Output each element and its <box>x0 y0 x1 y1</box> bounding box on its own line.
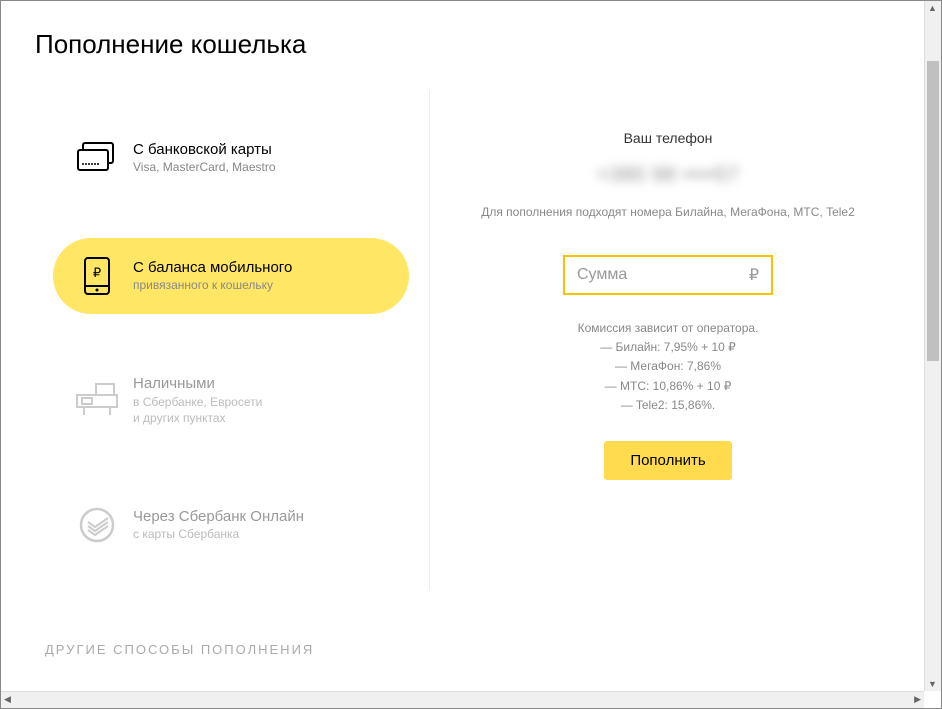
phone-number-masked: +380 98 ••••57 <box>460 164 876 187</box>
page-title: Пополнение кошелька <box>19 1 906 90</box>
main-layout: С банковской карты Visa, MasterCard, Mae… <box>19 90 906 590</box>
amount-input[interactable] <box>577 266 749 284</box>
topup-form: Ваш телефон +380 98 ••••57 Для пополнени… <box>429 90 906 590</box>
methods-list: С банковской карты Visa, MasterCard, Mae… <box>19 90 429 590</box>
method-title: С баланса мобильного <box>133 258 292 278</box>
method-subtitle: в Сбербанке, Евросети и других пунктах <box>133 394 262 428</box>
commission-line: — МТС: 10,86% + 10 ₽ <box>460 377 876 396</box>
method-title: Наличными <box>133 374 262 394</box>
svg-text:₽: ₽ <box>93 265 101 280</box>
card-icon <box>75 138 119 178</box>
ruble-icon: ₽ <box>749 265 759 285</box>
other-ways-heading: ДРУГИЕ СПОСОБЫ ПОПОЛНЕНИЯ <box>19 590 906 657</box>
method-subtitle: Visa, MasterCard, Maestro <box>133 159 276 176</box>
commission-line: — Tele2: 15,86%. <box>460 396 876 415</box>
method-subtitle: с карты Сбербанка <box>133 526 304 543</box>
method-cash[interactable]: Наличными в Сбербанке, Евросети и других… <box>53 356 409 445</box>
method-title: С банковской карты <box>133 140 276 160</box>
method-mobile-balance[interactable]: ₽ С баланса мобильного привязанного к ко… <box>53 238 409 314</box>
phone-label: Ваш телефон <box>460 130 876 146</box>
topup-button[interactable]: Пополнить <box>604 441 731 480</box>
vertical-scrollbar[interactable] <box>924 1 941 691</box>
method-bank-card[interactable]: С банковской карты Visa, MasterCard, Mae… <box>53 120 409 196</box>
commission-title: Комиссия зависит от оператора. <box>460 319 876 338</box>
amount-input-wrap[interactable]: ₽ <box>563 255 773 295</box>
commission-line: — МегаФон: 7,86% <box>460 357 876 376</box>
method-subtitle: привязанного к кошельку <box>133 277 292 294</box>
horizontal-scrollbar[interactable] <box>1 691 924 708</box>
cash-terminal-icon <box>75 381 119 421</box>
phone-note: Для пополнения подходят номера Билайна, … <box>460 203 876 221</box>
commission-info: Комиссия зависит от оператора. — Билайн:… <box>460 319 876 415</box>
method-title: Через Сбербанк Онлайн <box>133 507 304 527</box>
sberbank-icon <box>75 505 119 545</box>
method-sberbank-online[interactable]: Через Сбербанк Онлайн с карты Сбербанка <box>53 487 409 563</box>
commission-line: — Билайн: 7,95% + 10 ₽ <box>460 338 876 357</box>
phone-icon: ₽ <box>75 256 119 296</box>
